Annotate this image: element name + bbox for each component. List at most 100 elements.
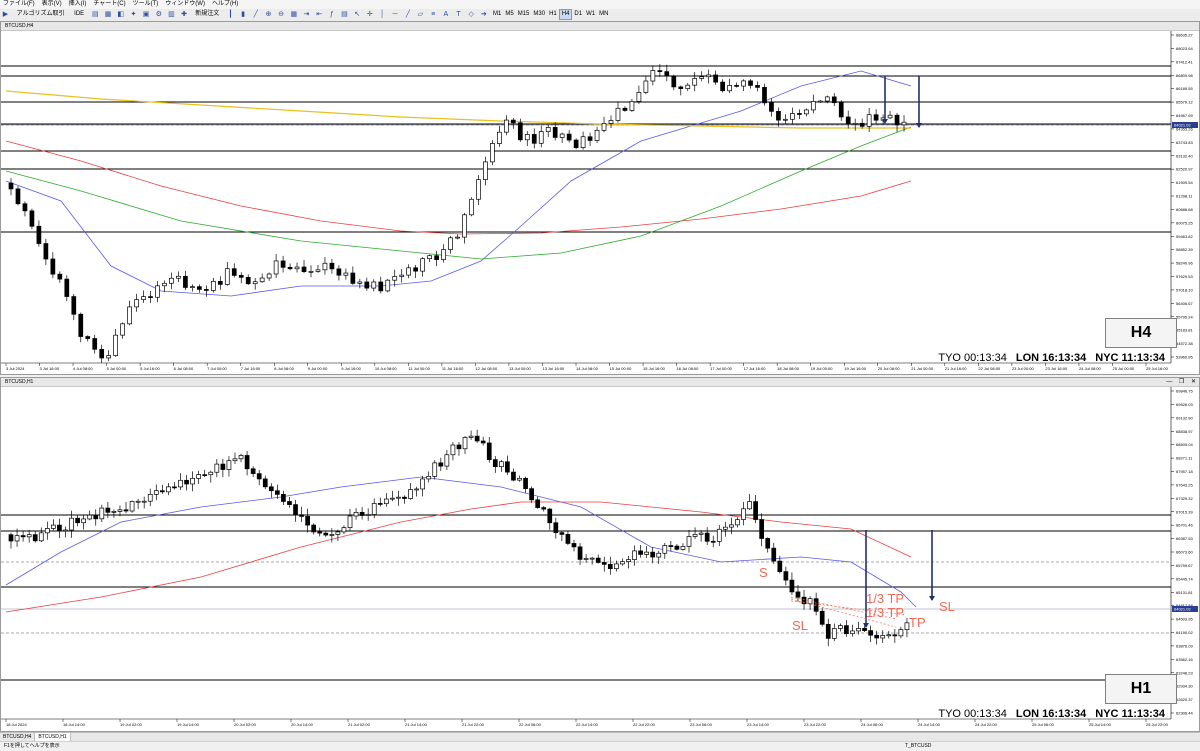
candlestick-icon[interactable]: ▮ [239,10,248,19]
price-label: 66800.98 [1176,73,1193,78]
candle [99,504,105,522]
maximize-icon[interactable]: ❐ [1179,379,1184,385]
menu-item-6[interactable]: ヘルプ(H) [212,1,238,7]
candle [408,482,413,500]
bear-candle-body [317,531,323,534]
fibonacci-icon[interactable]: ≡ [429,10,438,19]
indicators-icon[interactable]: ƒ [327,10,336,19]
candle [178,473,183,491]
timeframe-mn[interactable]: MN [597,10,610,19]
close-icon[interactable]: ✕ [1191,379,1196,385]
timeframe-d1[interactable]: D1 [572,10,584,19]
terminal-icon[interactable]: ▣ [142,10,151,19]
ide-button[interactable]: IDE [71,9,87,20]
timeframe-m5[interactable]: M5 [503,10,515,19]
text-icon[interactable]: A [441,10,450,19]
menu-item-5[interactable]: ウィンドウ(W) [165,1,205,7]
new-order-icon[interactable]: ✚ [180,10,189,19]
bull-candle-body [824,96,830,102]
navigator-icon[interactable]: ✦ [129,10,138,19]
shapes-icon[interactable]: ◇ [467,10,476,19]
cursor-icon[interactable]: ↖ [353,10,362,19]
bull-candle-body [741,508,746,520]
algo-trading-button[interactable]: アルゴリズム取引 [14,9,68,20]
timeframe-h1[interactable]: H1 [547,10,559,19]
bull-candle-body [594,129,600,141]
chart-canvas-h4[interactable]: 68635.27 68023.64 67412.41 66800.98 66189.55… [1,31,1199,375]
price-label: 66701.46 [1176,523,1193,528]
menu-item-2[interactable]: 挿入(I) [69,1,87,7]
candle [85,335,91,342]
menu-item-3[interactable]: チャート(C) [93,1,125,7]
bull-candle-body [365,514,371,516]
candle [92,334,98,354]
text-label-icon[interactable]: T [454,10,463,19]
candle [505,455,510,476]
bull-candle-body [176,275,181,279]
candle [632,545,637,566]
zoom-out-icon[interactable]: ⊖ [277,10,286,19]
new-order-button[interactable]: 新規注文 [192,9,222,20]
bear-candle-body [78,313,84,337]
profiles-icon[interactable]: ▦ [104,10,113,19]
menu-item-0[interactable]: ファイル(F) [3,1,35,7]
tp-label-2: 1/3 TP [866,605,904,620]
line-chart-icon[interactable]: ╱ [251,10,260,19]
chart-window-h1[interactable]: BTCUSD,H1 — ❐ ✕ 69846.75 69526.03 69132.90… [0,377,1200,732]
templates-icon[interactable]: ▤ [340,10,349,19]
chart-tab-0[interactable]: BTCUSD,H4 [0,733,36,741]
chart-window-h4[interactable]: BTCUSD,H4 68635.27 68023.64 67412.41 66800.… [0,21,1200,375]
timeframe-h4[interactable]: H4 [558,9,573,20]
candle [868,625,873,643]
menu-item-4[interactable]: ツール(T) [133,1,159,7]
chart-shift-icon[interactable]: ⇤ [315,10,324,19]
menu-item-1[interactable]: 表示(V) [42,1,62,7]
horizontal-line-icon[interactable]: ─ [391,10,400,19]
time-label: 23 Jul 14:00 [747,722,770,727]
timeframe-m30[interactable]: M30 [531,10,547,19]
data-window-icon[interactable]: ▥ [167,10,176,19]
minimize-icon[interactable]: — [1166,379,1172,385]
candle [573,138,579,150]
bull-candle-body [644,551,649,555]
tester-icon[interactable]: ⚙ [154,10,163,19]
chart-tab-1[interactable]: BTCUSD,H1 [35,733,71,741]
market-watch-icon[interactable]: ◧ [116,10,125,19]
time-label: 4 Jul 08:00 [73,366,93,371]
bear-candle-body [8,182,14,190]
new-chart-icon[interactable]: ▤ [91,10,100,19]
bear-candle-body [329,262,335,270]
trendline-icon[interactable]: ╱ [403,10,412,19]
candle [825,618,831,647]
bear-candle-body [456,444,462,450]
algo-trading-icon[interactable]: ▶ [1,10,10,19]
bear-candle-body [552,127,558,138]
bear-candle-body [8,534,14,542]
candle [680,543,686,551]
bar-chart-icon[interactable]: ┃ [226,10,235,19]
vertical-line-icon[interactable]: │ [378,10,387,19]
chart-canvas-h1[interactable]: 69846.75 69526.03 69132.90 68838.97 68505.04… [1,387,1199,732]
candle [427,254,432,262]
bull-candle-body [615,107,621,121]
bull-candle-body [224,268,230,285]
timeframe-m15[interactable]: M15 [516,10,532,19]
timeframe-m1[interactable]: M1 [491,10,503,19]
time-label: 15 Jul 00:00 [610,366,633,371]
timeframe-w1[interactable]: W1 [584,10,597,19]
crosshair-icon[interactable]: ✛ [365,10,374,19]
arrows-icon[interactable]: ➔ [479,10,488,19]
tile-windows-icon[interactable]: ▦ [289,10,298,19]
equidistant-channel-icon[interactable]: ▱ [416,10,425,19]
candle [629,98,635,113]
bear-candle-body [256,473,262,480]
zoom-in-icon[interactable]: ⊕ [264,10,273,19]
candle [350,266,356,285]
bull-candle-body [399,274,405,277]
candle [455,234,460,240]
bear-candle-body [377,503,383,505]
bear-candle-body [287,501,292,505]
candle [378,276,384,294]
candle [281,490,286,506]
autoscroll-icon[interactable]: ⇥ [302,10,311,19]
